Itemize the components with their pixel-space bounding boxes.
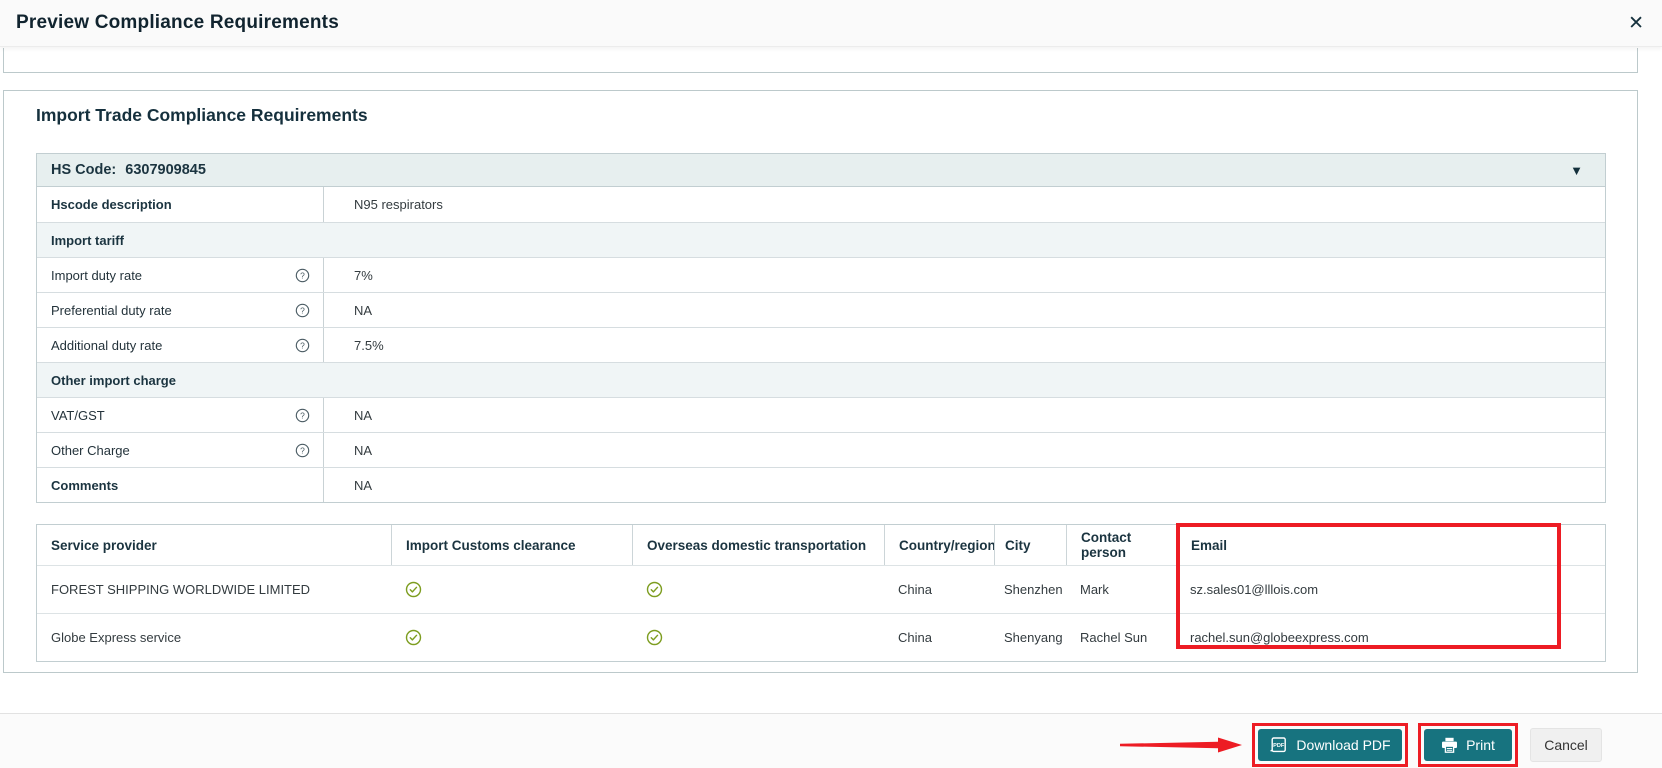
table-section-row: Import tariff <box>37 222 1605 257</box>
check-circle-icon <box>405 629 422 646</box>
print-button[interactable]: Print <box>1424 729 1512 761</box>
customs-clearance-cell <box>391 566 632 613</box>
scrolled-card-stub <box>3 48 1638 73</box>
help-icon[interactable]: ? <box>295 338 310 353</box>
email-cell: sz.sales01@lllois.com <box>1190 582 1319 597</box>
column-header: Overseas domestic transportation <box>632 525 884 565</box>
city-cell: Shenyang <box>1004 630 1063 645</box>
compliance-detail-table: Hscode description N95 respirators Impor… <box>36 187 1606 503</box>
modal-header: Preview Compliance Requirements ✕ <box>0 0 1662 47</box>
check-circle-icon <box>646 581 663 598</box>
row-label-text: Preferential duty rate <box>51 302 172 318</box>
table-row: FOREST SHIPPING WORLDWIDE LIMITED China … <box>37 565 1605 613</box>
contact-cell: Rachel Sun <box>1080 630 1148 645</box>
row-value: 7.5% <box>354 337 384 353</box>
row-value: NA <box>354 477 373 493</box>
domestic-transport-cell <box>632 614 884 661</box>
row-label: Other Charge ? <box>37 433 324 467</box>
table-row: VAT/GST ? NA <box>37 397 1605 432</box>
row-value: NA <box>354 407 373 423</box>
provider-name: FOREST SHIPPING WORLDWIDE LIMITED <box>51 582 311 597</box>
provider-name: Globe Express service <box>51 630 182 645</box>
row-label-text: Additional duty rate <box>51 337 163 353</box>
country-cell: China <box>898 582 932 597</box>
table-section-row: Other import charge <box>37 362 1605 397</box>
contact-cell: Mark <box>1080 582 1109 597</box>
import-compliance-card: Import Trade Compliance Requirements HS … <box>3 90 1638 673</box>
cancel-button[interactable]: Cancel <box>1530 728 1602 762</box>
column-header: City <box>994 525 1066 565</box>
row-value: NA <box>354 442 373 458</box>
help-icon[interactable]: ? <box>295 408 310 423</box>
row-label: Additional duty rate ? <box>37 328 324 362</box>
providers-header-row: Service provider Import Customs clearanc… <box>37 525 1605 565</box>
svg-text:?: ? <box>300 340 305 350</box>
row-label-text: Comments <box>51 477 119 493</box>
domestic-transport-cell <box>632 566 884 613</box>
customs-clearance-cell <box>391 614 632 661</box>
table-row: Comments NA <box>37 467 1605 502</box>
print-label: Print <box>1466 737 1495 753</box>
table-row: Preferential duty rate ? NA <box>37 292 1605 327</box>
modal-title: Preview Compliance Requirements <box>16 12 339 33</box>
hs-code-label: HS Code: <box>51 162 117 178</box>
row-label: Preferential duty rate ? <box>37 293 324 327</box>
column-header: Import Customs clearance <box>391 525 632 565</box>
download-pdf-label: Download PDF <box>1296 737 1391 753</box>
row-label: Hscode description <box>37 187 324 222</box>
svg-text:?: ? <box>300 270 305 280</box>
row-label-text: Hscode description <box>51 197 172 212</box>
help-icon[interactable]: ? <box>295 268 310 283</box>
svg-text:?: ? <box>300 410 305 420</box>
row-label-text: Import duty rate <box>51 267 143 283</box>
section-heading: Import Trade Compliance Requirements <box>36 105 368 125</box>
row-label: Import duty rate ? <box>37 258 324 292</box>
column-header: Service provider <box>51 537 157 553</box>
table-row: Hscode description N95 respirators <box>37 187 1605 222</box>
print-annotation-box: Print <box>1418 723 1518 767</box>
column-header: Country/region <box>884 525 994 565</box>
row-label: VAT/GST ? <box>37 398 324 432</box>
pdf-icon: PDF <box>1270 737 1287 753</box>
service-providers-table: Service provider Import Customs clearanc… <box>36 524 1606 662</box>
hs-code-accordion[interactable]: HS Code: 6307909845 ▼ <box>36 153 1606 187</box>
svg-text:?: ? <box>300 305 305 315</box>
svg-text:PDF: PDF <box>1274 743 1286 749</box>
chevron-down-icon[interactable]: ▼ <box>1570 163 1583 178</box>
hs-code-value: 6307909845 <box>125 162 206 178</box>
modal-footer <box>0 713 1662 768</box>
download-pdf-button[interactable]: PDF Download PDF <box>1258 729 1402 761</box>
row-label-text: Other Charge <box>51 442 130 458</box>
column-header: Email <box>1176 525 1605 565</box>
check-circle-icon <box>646 629 663 646</box>
row-value: N95 respirators <box>354 197 443 212</box>
check-circle-icon <box>405 581 422 598</box>
section-row-label: Import tariff <box>51 232 124 248</box>
svg-text:?: ? <box>300 445 305 455</box>
row-value: 7% <box>354 267 373 283</box>
table-row: Other Charge ? NA <box>37 432 1605 467</box>
printer-icon <box>1442 737 1458 753</box>
email-cell: rachel.sun@globeexpress.com <box>1190 630 1369 645</box>
help-icon[interactable]: ? <box>295 303 310 318</box>
section-row-label: Other import charge <box>51 372 176 388</box>
row-label: Comments <box>37 468 324 502</box>
country-cell: China <box>898 630 932 645</box>
close-icon[interactable]: ✕ <box>1628 14 1644 33</box>
row-label-text: VAT/GST <box>51 407 105 423</box>
download-pdf-annotation-box: PDF Download PDF <box>1252 723 1408 767</box>
table-row: Import duty rate ? 7% <box>37 257 1605 292</box>
help-icon[interactable]: ? <box>295 443 310 458</box>
row-value: NA <box>354 302 373 318</box>
table-row: Additional duty rate ? 7.5% <box>37 327 1605 362</box>
table-row: Globe Express service China Shenyang Rac… <box>37 613 1605 661</box>
city-cell: Shenzhen <box>1004 582 1063 597</box>
column-header: Contact person <box>1066 525 1176 565</box>
